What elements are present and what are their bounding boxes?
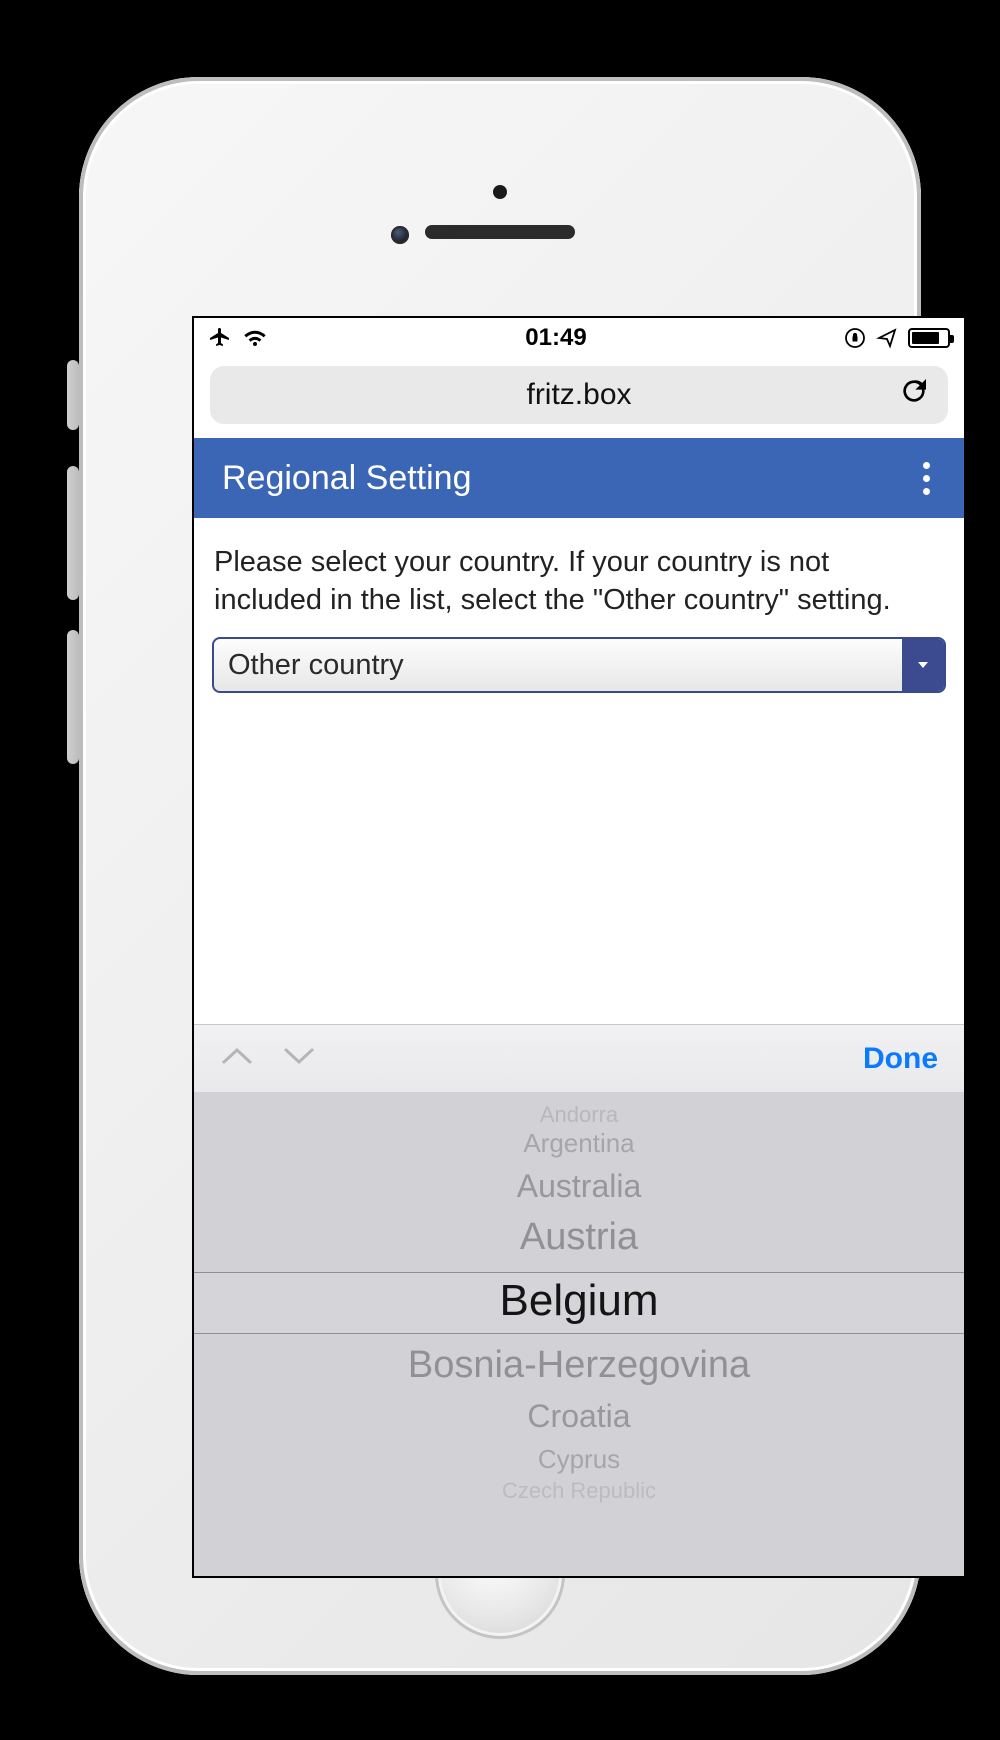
picker-option[interactable]: Bosnia-Herzegovina bbox=[194, 1344, 964, 1387]
mute-switch bbox=[67, 360, 79, 430]
screen: 01:49 fritz.box Regional Setting bbox=[192, 316, 966, 1578]
picker-option[interactable]: Andorra bbox=[194, 1102, 964, 1128]
instruction-text: Please select your country. If your coun… bbox=[194, 518, 964, 637]
picker-accessory-bar: Done bbox=[194, 1024, 964, 1092]
next-field-icon[interactable] bbox=[282, 1044, 316, 1073]
page-header: Regional Setting bbox=[194, 438, 964, 518]
done-button[interactable]: Done bbox=[863, 1042, 938, 1076]
proximity-sensor bbox=[493, 185, 507, 199]
status-bar: 01:49 bbox=[194, 318, 964, 358]
browser-chrome: fritz.box bbox=[194, 358, 964, 438]
address-bar[interactable]: fritz.box bbox=[210, 366, 948, 424]
address-text: fritz.box bbox=[526, 378, 631, 412]
phone-frame: 01:49 fritz.box Regional Setting bbox=[79, 77, 921, 1675]
previous-field-icon[interactable] bbox=[220, 1044, 254, 1073]
picker-option[interactable]: Cyprus bbox=[194, 1444, 964, 1475]
volume-up-button bbox=[67, 466, 79, 600]
clock: 01:49 bbox=[525, 324, 586, 352]
front-camera bbox=[391, 226, 409, 244]
picker-option[interactable]: Austria bbox=[194, 1216, 964, 1259]
picker-option[interactable]: Australia bbox=[194, 1168, 964, 1205]
menu-icon[interactable] bbox=[917, 456, 936, 501]
airplane-mode-icon bbox=[208, 326, 232, 350]
picker-option-selected[interactable]: Belgium bbox=[194, 1276, 964, 1326]
volume-down-button bbox=[67, 630, 79, 764]
page-title: Regional Setting bbox=[222, 459, 472, 498]
wifi-icon bbox=[242, 328, 268, 348]
picker-option[interactable]: Czech Republic bbox=[194, 1478, 964, 1504]
country-select[interactable]: Other country bbox=[212, 637, 946, 693]
dropdown-arrow-icon bbox=[902, 639, 944, 691]
battery-icon bbox=[908, 328, 950, 348]
earpiece-speaker bbox=[425, 225, 575, 239]
country-select-value: Other country bbox=[228, 649, 404, 682]
picker-option[interactable]: Croatia bbox=[194, 1398, 964, 1435]
picker-option[interactable]: Argentina bbox=[194, 1128, 964, 1159]
location-icon bbox=[876, 327, 898, 349]
orientation-lock-icon bbox=[844, 327, 866, 349]
reload-icon[interactable] bbox=[898, 375, 930, 415]
picker-wheel[interactable]: Andorra Argentina Australia Austria Belg… bbox=[194, 1092, 964, 1576]
